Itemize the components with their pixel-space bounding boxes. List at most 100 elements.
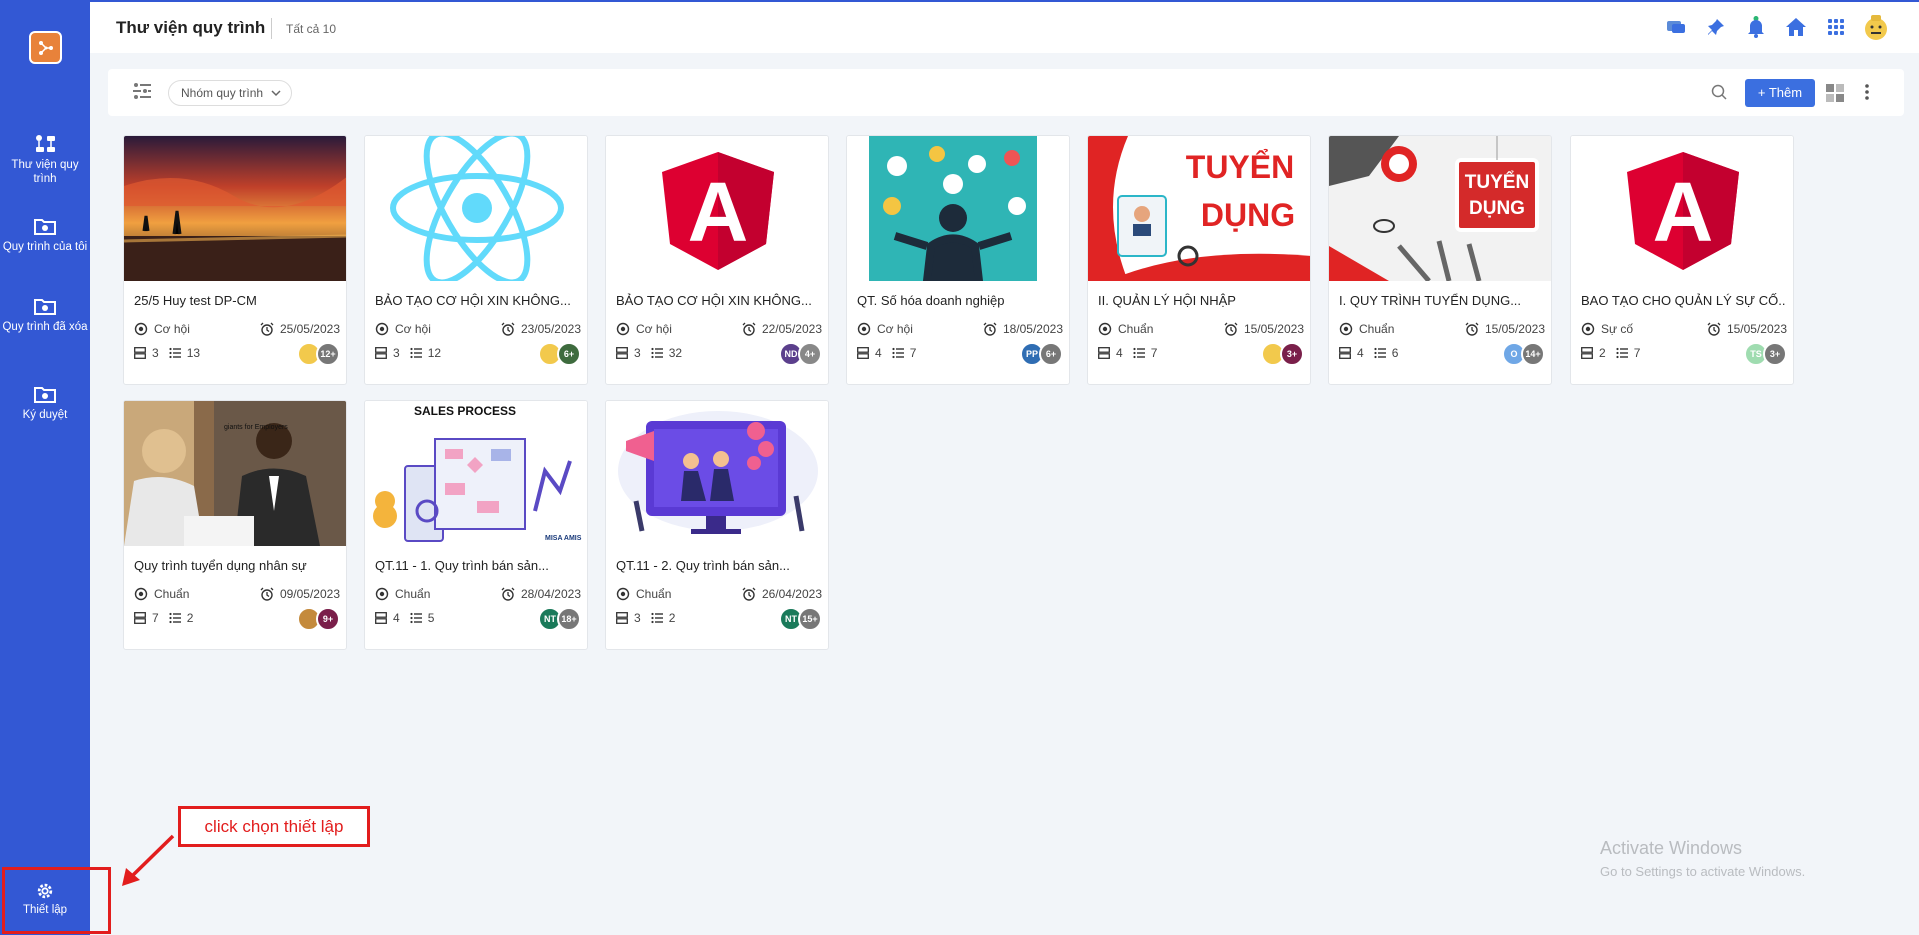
divider — [271, 18, 272, 39]
process-title[interactable]: 25/5 Huy test DP-CM — [134, 293, 339, 308]
steps-icon — [616, 612, 628, 624]
sidebar-item-my-processes[interactable]: Quy trình của tôi — [0, 216, 90, 254]
member-count-badge: 6+ — [1039, 342, 1063, 366]
steps-icon — [616, 347, 628, 359]
process-date: 25/05/2023 — [279, 322, 340, 336]
folder-icon — [34, 387, 56, 403]
total-count: Tất cả 10 — [286, 22, 337, 36]
process-title[interactable]: QT.11 - 1. Quy trình bán sản... — [375, 558, 580, 573]
task-list-icon — [651, 347, 663, 359]
sidebar-item-approval[interactable]: Ký duyệt — [0, 384, 90, 422]
member-avatars: TS 3+ — [1744, 342, 1787, 366]
process-date: 18/05/2023 — [1002, 322, 1063, 336]
process-thumbnail: A — [1571, 136, 1793, 281]
alarm-clock-icon — [501, 322, 515, 336]
windows-watermark-subtitle: Go to Settings to activate Windows. — [1600, 864, 1806, 879]
member-count-badge: 15+ — [798, 607, 822, 631]
process-thumbnail: TUYỂN DỤNG — [1088, 136, 1310, 281]
svg-text:DỤNG: DỤNG — [1201, 197, 1295, 233]
process-card[interactable]: TUYỂN DỤNG I. QUY TRÌNH TUYỂN DỤNG... Chu… — [1328, 135, 1552, 385]
app-logo[interactable] — [29, 31, 62, 64]
process-title[interactable]: Quy trình tuyển dụng nhân sự — [134, 558, 339, 573]
process-card[interactable]: TUYỂN DỤNG II. QUẢN LÝ HỘI NHẬP Chuẩn 15/… — [1087, 135, 1311, 385]
alarm-clock-icon — [501, 587, 515, 601]
process-card[interactable]: QT. Số hóa doanh nghiệp Cơ hội 18/05/202… — [846, 135, 1070, 385]
task-list-icon — [651, 612, 663, 624]
more-options-icon[interactable] — [1864, 83, 1870, 101]
filter-settings-icon[interactable] — [132, 82, 152, 100]
process-card[interactable]: BẢO TẠO CƠ HỘI XIN KHÔNG... Cơ hội 23/05… — [364, 135, 588, 385]
header: Thư viện quy trình Tất cả 10 — [90, 0, 1919, 53]
task-count: 12 — [427, 346, 442, 360]
process-group-select[interactable]: Nhóm quy trình — [168, 80, 293, 106]
member-count-badge: 12+ — [316, 342, 340, 366]
process-category: Cơ hội — [395, 322, 431, 336]
category-icon — [616, 587, 630, 601]
sidebar-item-deleted[interactable]: Quy trình đã xóa — [0, 296, 90, 334]
alarm-clock-icon — [742, 587, 756, 601]
process-thumbnail — [124, 136, 346, 281]
process-title[interactable]: BẢO TẠO CƠ HỘI XIN KHÔNG... — [616, 293, 821, 308]
process-thumbnail: SALES PROCESS MISA AMIS — [365, 401, 587, 546]
process-title[interactable]: BAO TẠO CHO QUẢN LÝ SỰ CỐ... — [1581, 293, 1786, 308]
task-list-icon — [169, 347, 181, 359]
category-icon — [1098, 322, 1112, 336]
annotation-arrow — [122, 834, 175, 886]
process-card[interactable]: A BẢO TẠO CƠ HỘI XIN KHÔNG... Cơ hội 22/… — [605, 135, 829, 385]
svg-text:TUYỂN: TUYỂN — [1186, 149, 1294, 185]
home-icon[interactable] — [1783, 14, 1809, 40]
task-list-icon — [410, 347, 422, 359]
sidebar: Thư viện quy trình Quy trình của tôi Quy… — [0, 0, 90, 935]
member-count-badge: 14+ — [1521, 342, 1545, 366]
sidebar-item-library[interactable]: Thư viện quy trình — [0, 134, 90, 186]
process-date: 23/05/2023 — [520, 322, 581, 336]
steps-icon — [857, 347, 869, 359]
process-card[interactable]: SALES PROCESS MISA AMIS QT.11 - 1. Quy tr… — [364, 400, 588, 650]
member-avatars: 12+ — [297, 342, 340, 366]
category-icon — [616, 322, 630, 336]
member-avatars: ND 4+ — [779, 342, 822, 366]
process-category: Cơ hội — [636, 322, 672, 336]
task-count: 32 — [668, 346, 683, 360]
process-card[interactable]: A BAO TẠO CHO QUẢN LÝ SỰ CỐ... Sự cố 15/… — [1570, 135, 1794, 385]
steps-icon — [1581, 347, 1593, 359]
process-title[interactable]: QT.11 - 2. Quy trình bán sản... — [616, 558, 821, 573]
process-card[interactable]: 25/5 Huy test DP-CM Cơ hội 25/05/2023 3 1… — [123, 135, 347, 385]
svg-text:DỤNG: DỤNG — [1469, 198, 1525, 219]
process-thumbnail — [365, 136, 587, 281]
bell-icon[interactable] — [1743, 14, 1769, 40]
process-category: Cơ hội — [154, 322, 190, 336]
process-title[interactable]: BẢO TẠO CƠ HỘI XIN KHÔNG... — [375, 293, 580, 308]
category-icon — [134, 587, 148, 601]
process-date: 09/05/2023 — [279, 587, 340, 601]
sidebar-item-label: Thư viện quy trình — [11, 159, 79, 185]
task-count: 7 — [909, 346, 917, 360]
process-card[interactable]: QT.11 - 2. Quy trình bán sản... Chuẩn 26… — [605, 400, 829, 650]
step-count: 3 — [634, 611, 641, 625]
category-icon — [1581, 322, 1595, 336]
view-toggle-icon[interactable] — [1826, 84, 1844, 102]
category-icon — [1339, 322, 1353, 336]
member-count-badge: 6+ — [557, 342, 581, 366]
add-button[interactable]: + Thêm — [1745, 79, 1815, 107]
apps-grid-icon[interactable] — [1823, 14, 1849, 40]
svg-text:giants for Employers: giants for Employers — [224, 424, 288, 431]
step-count: 4 — [1357, 346, 1364, 360]
chat-icon[interactable] — [1663, 14, 1689, 40]
process-title[interactable]: I. QUY TRÌNH TUYỂN DỤNG... — [1339, 293, 1544, 308]
process-card[interactable]: giants for Employers Quy trình tuyển dụn… — [123, 400, 347, 650]
steps-icon — [375, 612, 387, 624]
pin-icon[interactable] — [1703, 14, 1729, 40]
process-date: 22/05/2023 — [761, 322, 822, 336]
sidebar-item-label: Quy trình đã xóa — [2, 321, 88, 333]
steps-icon — [134, 612, 146, 624]
sidebar-item-label: Quy trình của tôi — [2, 241, 88, 253]
task-count: 2 — [186, 611, 194, 625]
search-icon[interactable] — [1710, 83, 1728, 101]
member-avatars: NT 15+ — [779, 607, 822, 631]
process-title[interactable]: QT. Số hóa doanh nghiệp — [857, 293, 1062, 308]
step-count: 4 — [393, 611, 400, 625]
user-avatar[interactable] — [1863, 14, 1889, 40]
task-count: 7 — [1633, 346, 1641, 360]
process-title[interactable]: II. QUẢN LÝ HỘI NHẬP — [1098, 293, 1303, 308]
